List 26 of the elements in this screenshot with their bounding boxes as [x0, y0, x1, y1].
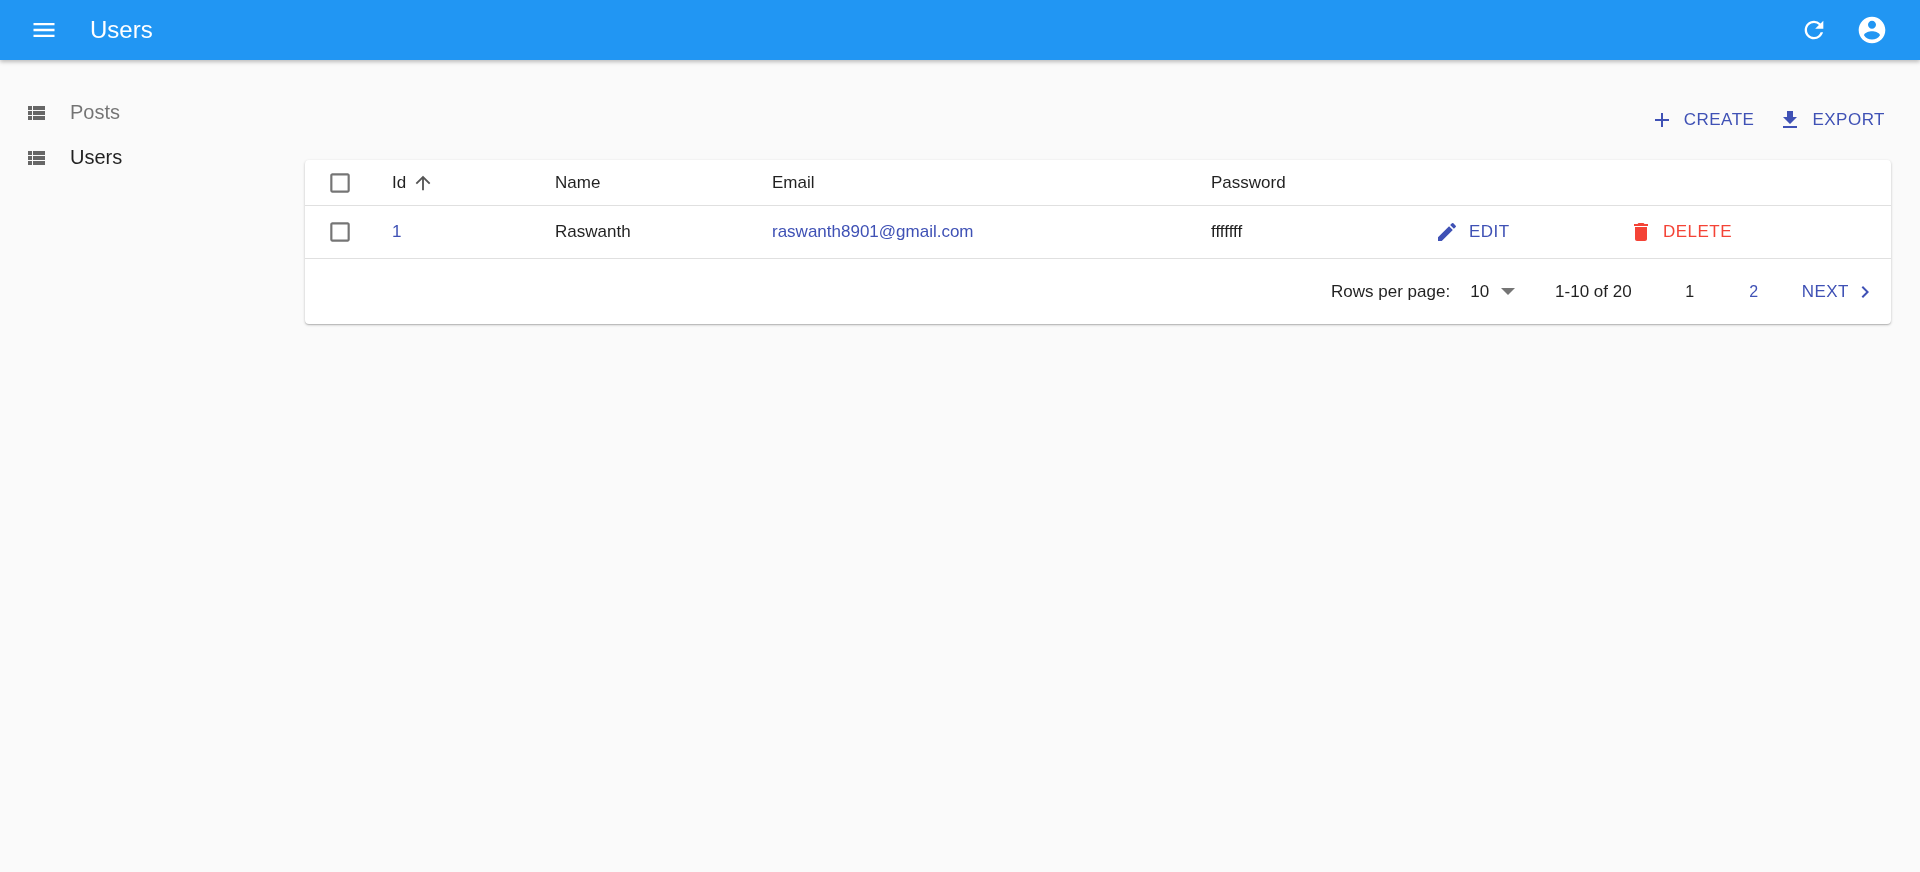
edit-button[interactable]: EDIT	[1429, 214, 1516, 250]
checkbox[interactable]	[327, 219, 353, 245]
create-button[interactable]: CREATE	[1643, 102, 1761, 138]
sidebar-item[interactable]: Users	[0, 135, 305, 180]
email-link[interactable]: raswanth8901@gmail.com	[772, 222, 974, 241]
id-cell: 1	[392, 222, 402, 241]
column-header[interactable]: Email	[772, 172, 815, 193]
sidebar-item[interactable]: Posts	[0, 90, 305, 135]
column-header[interactable]: Id	[392, 171, 435, 194]
pencil-icon	[1435, 220, 1459, 244]
password-cell: fffffff	[1211, 222, 1243, 241]
page-title: Users	[90, 16, 154, 44]
column-header[interactable]: Password	[1211, 172, 1286, 193]
rows-per-page-select[interactable]: 10	[1470, 281, 1516, 302]
checkbox-icon	[327, 219, 353, 245]
rows-per-page-label: Rows per page:	[1331, 281, 1451, 302]
name-cell: Raswanth	[555, 222, 631, 241]
account-icon	[1856, 14, 1888, 46]
page-button[interactable]: 2	[1721, 276, 1786, 307]
next-button[interactable]: NEXT	[1785, 273, 1877, 310]
dropdown-caret-icon	[1501, 288, 1516, 295]
export-button[interactable]: EXPORT	[1772, 102, 1891, 138]
page-range: 1-10 of 20	[1555, 281, 1632, 302]
column-header[interactable]: Name	[555, 172, 601, 193]
delete-button[interactable]: DELETE	[1622, 214, 1738, 250]
page-button[interactable]: 1	[1657, 276, 1722, 307]
